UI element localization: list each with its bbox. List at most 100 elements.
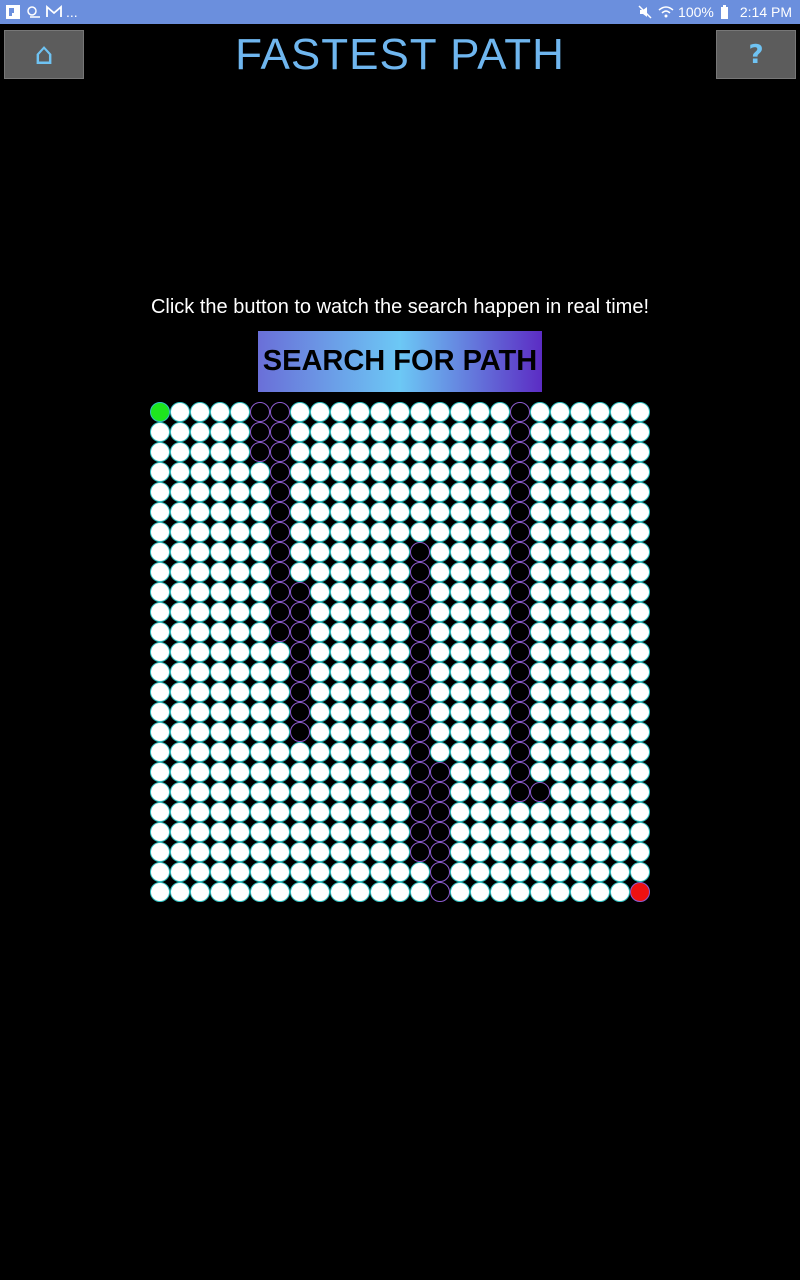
- grid-cell[interactable]: [390, 742, 410, 762]
- grid-cell[interactable]: [330, 702, 350, 722]
- grid-cell[interactable]: [530, 722, 550, 742]
- grid-cell[interactable]: [430, 722, 450, 742]
- grid-cell[interactable]: [310, 522, 330, 542]
- grid-cell[interactable]: [570, 642, 590, 662]
- grid-cell[interactable]: [590, 802, 610, 822]
- grid-cell[interactable]: [490, 842, 510, 862]
- grid-cell[interactable]: [190, 542, 210, 562]
- grid-cell[interactable]: [150, 462, 170, 482]
- grid-cell[interactable]: [230, 782, 250, 802]
- grid-cell[interactable]: [490, 462, 510, 482]
- grid-cell[interactable]: [470, 502, 490, 522]
- wall-cell[interactable]: [410, 802, 430, 822]
- grid-cell[interactable]: [250, 802, 270, 822]
- grid-cell[interactable]: [390, 802, 410, 822]
- grid-cell[interactable]: [370, 722, 390, 742]
- grid-cell[interactable]: [530, 582, 550, 602]
- grid-cell[interactable]: [310, 462, 330, 482]
- wall-cell[interactable]: [290, 642, 310, 662]
- grid-cell[interactable]: [190, 442, 210, 462]
- grid-cell[interactable]: [350, 442, 370, 462]
- grid-cell[interactable]: [390, 882, 410, 902]
- grid-cell[interactable]: [610, 882, 630, 902]
- grid-cell[interactable]: [470, 562, 490, 582]
- grid-cell[interactable]: [290, 562, 310, 582]
- grid-cell[interactable]: [170, 762, 190, 782]
- grid-cell[interactable]: [310, 662, 330, 682]
- grid-cell[interactable]: [330, 822, 350, 842]
- grid-cell[interactable]: [150, 662, 170, 682]
- grid-cell[interactable]: [490, 402, 510, 422]
- grid-cell[interactable]: [310, 402, 330, 422]
- grid-cell[interactable]: [310, 802, 330, 822]
- grid-cell[interactable]: [270, 662, 290, 682]
- grid-cell[interactable]: [390, 782, 410, 802]
- grid-cell[interactable]: [390, 642, 410, 662]
- wall-cell[interactable]: [510, 682, 530, 702]
- grid-cell[interactable]: [250, 622, 270, 642]
- grid-cell[interactable]: [190, 602, 210, 622]
- grid-cell[interactable]: [550, 702, 570, 722]
- grid-cell[interactable]: [250, 882, 270, 902]
- wall-cell[interactable]: [410, 842, 430, 862]
- grid-cell[interactable]: [470, 542, 490, 562]
- grid-cell[interactable]: [230, 542, 250, 562]
- grid-cell[interactable]: [150, 682, 170, 702]
- grid-cell[interactable]: [610, 862, 630, 882]
- grid-cell[interactable]: [170, 782, 190, 802]
- wall-cell[interactable]: [510, 582, 530, 602]
- grid-cell[interactable]: [390, 422, 410, 442]
- grid-cell[interactable]: [610, 742, 630, 762]
- grid-cell[interactable]: [550, 742, 570, 762]
- grid-cell[interactable]: [630, 582, 650, 602]
- grid-cell[interactable]: [250, 522, 270, 542]
- grid-cell[interactable]: [410, 482, 430, 502]
- wall-cell[interactable]: [510, 642, 530, 662]
- grid-cell[interactable]: [170, 422, 190, 442]
- grid-cell[interactable]: [230, 842, 250, 862]
- grid-cell[interactable]: [250, 822, 270, 842]
- grid-cell[interactable]: [490, 802, 510, 822]
- grid-cell[interactable]: [310, 862, 330, 882]
- grid-cell[interactable]: [430, 622, 450, 642]
- grid-cell[interactable]: [570, 762, 590, 782]
- grid-cell[interactable]: [430, 682, 450, 702]
- grid-cell[interactable]: [630, 542, 650, 562]
- grid-cell[interactable]: [610, 602, 630, 622]
- grid-cell[interactable]: [190, 482, 210, 502]
- grid-cell[interactable]: [470, 642, 490, 662]
- grid-cell[interactable]: [410, 882, 430, 902]
- grid-cell[interactable]: [190, 862, 210, 882]
- grid-cell[interactable]: [630, 662, 650, 682]
- grid-cell[interactable]: [570, 662, 590, 682]
- grid-cell[interactable]: [230, 422, 250, 442]
- grid-cell[interactable]: [390, 522, 410, 542]
- grid-cell[interactable]: [450, 682, 470, 702]
- wall-cell[interactable]: [510, 402, 530, 422]
- grid-cell[interactable]: [330, 462, 350, 482]
- grid-cell[interactable]: [210, 862, 230, 882]
- wall-cell[interactable]: [410, 582, 430, 602]
- grid-cell[interactable]: [390, 702, 410, 722]
- grid-cell[interactable]: [490, 862, 510, 882]
- grid-cell[interactable]: [330, 722, 350, 742]
- grid-cell[interactable]: [150, 442, 170, 462]
- grid-cell[interactable]: [230, 722, 250, 742]
- grid-cell[interactable]: [550, 522, 570, 542]
- grid-cell[interactable]: [370, 542, 390, 562]
- grid-cell[interactable]: [210, 622, 230, 642]
- grid-cell[interactable]: [530, 862, 550, 882]
- grid-cell[interactable]: [170, 682, 190, 702]
- grid-cell[interactable]: [370, 462, 390, 482]
- grid-cell[interactable]: [350, 642, 370, 662]
- grid-cell[interactable]: [350, 762, 370, 782]
- grid-cell[interactable]: [190, 822, 210, 842]
- grid-cell[interactable]: [370, 482, 390, 502]
- wall-cell[interactable]: [290, 682, 310, 702]
- grid-cell[interactable]: [250, 542, 270, 562]
- grid-cell[interactable]: [450, 522, 470, 542]
- grid-cell[interactable]: [630, 802, 650, 822]
- wall-cell[interactable]: [510, 602, 530, 622]
- wall-cell[interactable]: [290, 702, 310, 722]
- grid-cell[interactable]: [330, 802, 350, 822]
